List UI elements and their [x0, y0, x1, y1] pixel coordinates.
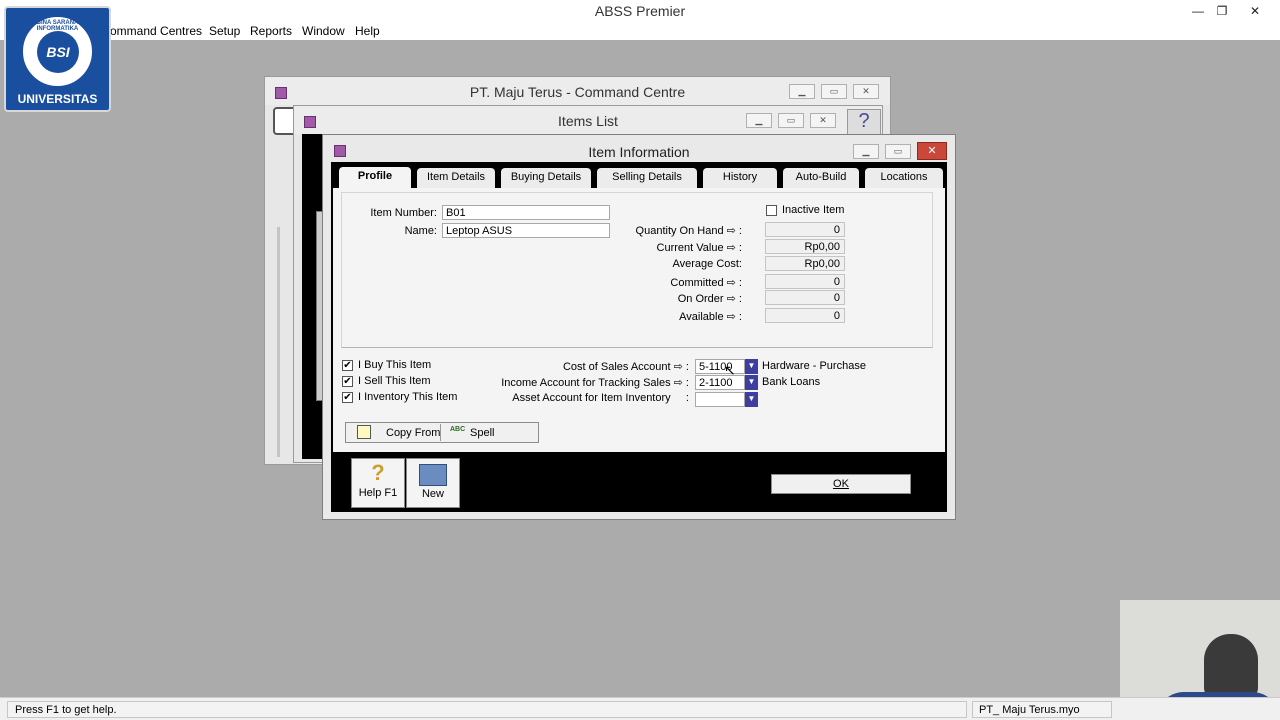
- status-file-name: PT_ Maju Terus.myo: [972, 701, 1112, 718]
- cost-of-sales-label[interactable]: Cost of Sales Account ⇨ :: [483, 360, 689, 373]
- left-edge: [277, 227, 280, 457]
- tab-auto-build[interactable]: Auto-Build: [783, 168, 859, 188]
- logo-text: UNIVERSITAS: [17, 92, 98, 106]
- menu-help[interactable]: Help: [355, 24, 380, 38]
- profile-panel: Item Number: B01 Name: Leptop ASUS Inact…: [333, 188, 945, 452]
- tab-history[interactable]: History: [703, 168, 777, 188]
- spell-button[interactable]: Spell: [470, 427, 494, 439]
- sell-item-label: I Sell This Item: [358, 375, 431, 387]
- buy-item-label: I Buy This Item: [358, 359, 432, 371]
- status-help-text: Press F1 to get help.: [7, 701, 967, 718]
- name-field[interactable]: Leptop ASUS: [442, 223, 610, 238]
- tab-selling-details[interactable]: Selling Details: [597, 168, 697, 188]
- menu-command-centres[interactable]: ommand Centres: [110, 24, 202, 38]
- maximize-icon[interactable]: ▭: [885, 144, 911, 159]
- university-logo: BINA SARANA INFORMATIKA BSI UNIVERSITAS: [4, 6, 111, 112]
- cost-of-sales-account-name: Hardware - Purchase: [762, 360, 866, 372]
- copy-icon: [357, 425, 371, 439]
- menu-reports[interactable]: Reports: [250, 24, 292, 38]
- cost-of-sales-account-field[interactable]: 5-1100: [695, 359, 745, 374]
- copy-from-button[interactable]: Copy From: [386, 427, 440, 439]
- minimize-icon[interactable]: ▁: [746, 113, 772, 128]
- committed-value: 0: [765, 274, 845, 289]
- item-number-label: Item Number:: [370, 207, 437, 219]
- close-icon[interactable]: ✕: [810, 113, 836, 128]
- average-cost-value: Rp0,00: [765, 256, 845, 271]
- item-information-dialog: Item Information ▁ ▭ ✕ Profile Item Deta…: [322, 134, 956, 520]
- close-icon[interactable]: ✕: [917, 142, 947, 160]
- spell-icon: ABC: [450, 426, 466, 433]
- tab-strip: Profile Item Details Buying Details Sell…: [333, 165, 945, 189]
- app-title: ABSS Premier: [594, 3, 686, 19]
- copy-spell-bar: [345, 422, 539, 443]
- income-account-name: Bank Loans: [762, 376, 821, 388]
- logo-circle: BINA SARANA INFORMATIKA BSI: [20, 14, 95, 89]
- committed-label[interactable]: Committed ⇨ :: [633, 276, 742, 289]
- divider: [440, 424, 441, 441]
- maximize-icon[interactable]: ▭: [778, 113, 804, 128]
- menu-setup[interactable]: Setup: [209, 24, 240, 38]
- quantity-on-hand-label[interactable]: Quantity On Hand ⇨ :: [633, 224, 742, 237]
- status-bar: Press F1 to get help. PT_ Maju Terus.myo: [0, 697, 1280, 720]
- on-order-value: 0: [765, 290, 845, 305]
- sell-item-checkbox[interactable]: ✔: [342, 376, 353, 387]
- help-f1-button[interactable]: ? Help F1: [351, 458, 405, 508]
- tab-locations[interactable]: Locations: [865, 168, 943, 188]
- current-value-value: Rp0,00: [765, 239, 845, 254]
- close-icon[interactable]: ✕: [853, 84, 879, 99]
- inactive-item-label: Inactive Item: [782, 204, 845, 216]
- menu-window[interactable]: Window: [302, 24, 345, 38]
- name-label: Name:: [404, 225, 437, 237]
- help-icon[interactable]: ?: [847, 109, 881, 135]
- chevron-down-icon[interactable]: ▼: [745, 359, 758, 374]
- inventory-item-label: I Inventory This Item: [358, 391, 458, 403]
- new-icon: [419, 464, 447, 486]
- app-titlebar: ABSS Premier — ❐ ✕: [0, 0, 1280, 22]
- income-account-label[interactable]: Income Account for Tracking Sales ⇨ :: [483, 376, 689, 389]
- inactive-item-checkbox[interactable]: [766, 205, 777, 216]
- asset-account-field[interactable]: [695, 392, 745, 407]
- new-label: New: [421, 488, 444, 500]
- buy-item-checkbox[interactable]: ✔: [342, 360, 353, 371]
- minimize-icon[interactable]: ▁: [853, 144, 879, 159]
- logo-mark: BSI: [37, 31, 79, 73]
- available-label[interactable]: Available ⇨ :: [633, 310, 742, 323]
- tab-item-details[interactable]: Item Details: [417, 168, 495, 188]
- restore-icon[interactable]: ❐: [1207, 0, 1237, 22]
- available-value: 0: [765, 308, 845, 323]
- tab-buying-details[interactable]: Buying Details: [501, 168, 591, 188]
- current-value-label[interactable]: Current Value ⇨ :: [633, 241, 742, 254]
- asset-account-label: Asset Account for Item Inventory :: [512, 392, 689, 404]
- tab-profile[interactable]: Profile: [339, 167, 411, 189]
- income-account-field[interactable]: 2-1100: [695, 375, 745, 390]
- mouse-cursor-icon: ↖: [724, 362, 736, 378]
- ok-button[interactable]: OK: [771, 474, 911, 494]
- on-order-label[interactable]: On Order ⇨ :: [633, 292, 742, 305]
- help-icon: ?: [371, 460, 385, 485]
- close-icon[interactable]: ✕: [1240, 0, 1270, 22]
- average-cost-label: Average Cost:: [672, 258, 742, 270]
- chevron-down-icon[interactable]: ▼: [745, 375, 758, 390]
- new-button[interactable]: New: [406, 458, 460, 508]
- webcam-person-head: [1204, 634, 1258, 698]
- quantity-on-hand-value: 0: [765, 222, 845, 237]
- chevron-down-icon[interactable]: ▼: [745, 392, 758, 407]
- maximize-icon[interactable]: ▭: [821, 84, 847, 99]
- help-f1-label: Help F1: [358, 487, 398, 499]
- minimize-icon[interactable]: ▁: [789, 84, 815, 99]
- inventory-item-checkbox[interactable]: ✔: [342, 392, 353, 403]
- menu-bar: ommand Centres Setup Reports Window Help: [0, 22, 1280, 40]
- item-number-field[interactable]: B01: [442, 205, 610, 220]
